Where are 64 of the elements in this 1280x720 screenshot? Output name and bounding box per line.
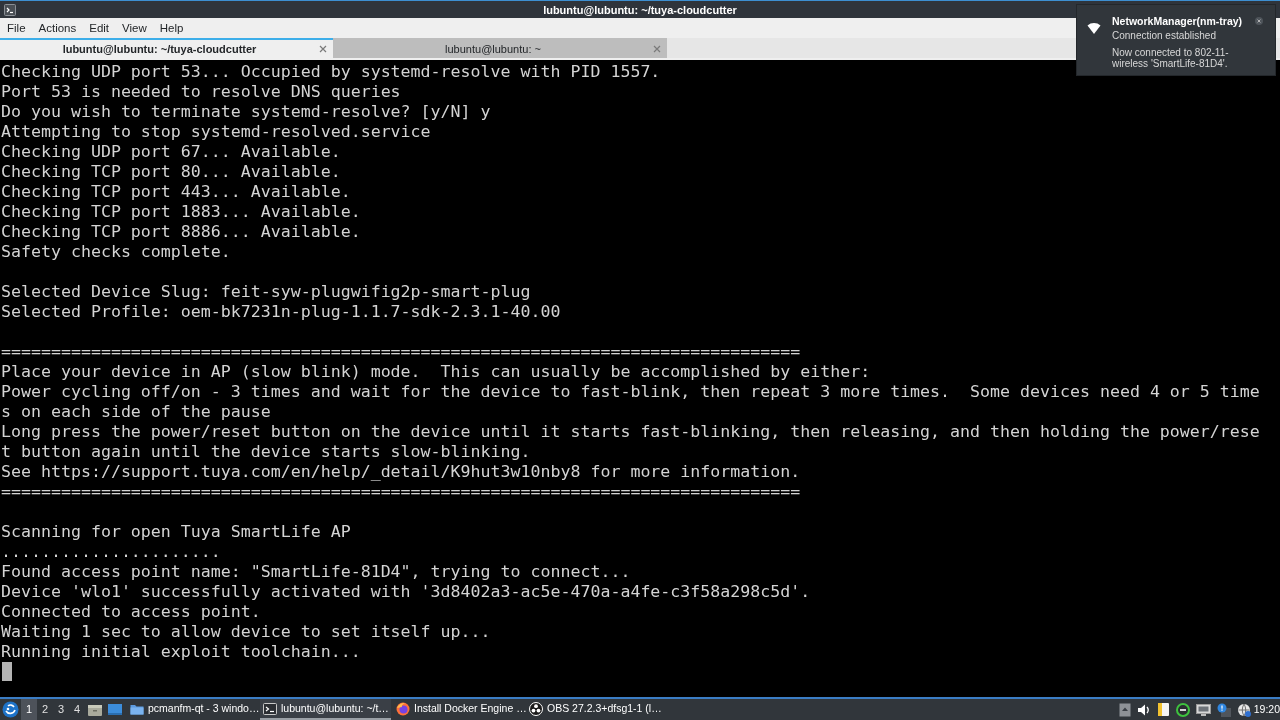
monitor-icon[interactable] (1195, 702, 1211, 717)
taskbar-button[interactable]: pcmanfm-qt - 3 windo… (127, 699, 258, 720)
note-icon[interactable] (1156, 702, 1170, 717)
terminal-line: Device 'wlo1' successfully activated with '3d8402a3-ac5e-470a-a4fe-c3f58a298c5d'. (1, 582, 811, 602)
terminal-line: Safety checks complete. (1, 242, 231, 262)
terminal-line: ...................... (1, 542, 221, 562)
terminal-line: ================================================================================ (1, 342, 801, 362)
desktop-icon[interactable] (107, 702, 123, 717)
taskbar-button[interactable]: lubuntu@lubuntu: ~/t… (260, 699, 391, 720)
terminal-line: Long press the power/reset button on the device until it starts fast-blinking, then releasing, and then holding the power/rese (1, 422, 1260, 442)
tab[interactable]: lubuntu@lubuntu: ~/tuya-cloudcutter (0, 38, 333, 58)
workspace-button[interactable]: 1 (21, 699, 37, 720)
terminal-line: Attempting to stop systemd-resolved.service (1, 122, 431, 142)
window-title: lubuntu@lubuntu: ~/tuya-cloudcutter (543, 2, 737, 18)
browser-icon (396, 701, 410, 716)
terminal-line: Place your device in AP (slow blink) mode. This can usually be accomplished by either: (1, 362, 871, 382)
notification-text: wireless 'SmartLife-81D4'. (1112, 58, 1228, 69)
terminal-line: Connected to access point. (1, 602, 261, 622)
expand-icon[interactable] (1118, 702, 1131, 717)
terminal-line: Scanning for open Tuya SmartLife AP (1, 522, 351, 542)
workspace-button[interactable]: 3 (53, 699, 69, 720)
terminal-line: Checking TCP port 8886... Available. (1, 222, 361, 242)
notification-summary: Connection established (1112, 30, 1216, 42)
terminal-line: Found access point name: "SmartLife-81D4", trying to connect... (1, 562, 631, 582)
menu-item[interactable]: Help (157, 20, 186, 36)
menu-item[interactable]: View (120, 20, 149, 36)
terminal-line: s on each side of the pause (1, 402, 271, 422)
info-icon[interactable] (1216, 702, 1231, 717)
terminal-line: Selected Profile: oem-bk7231n-plug-1.1.7-sdk-2.3.1-40.00 (1, 302, 561, 322)
menu-item[interactable]: Actions (36, 20, 79, 36)
close-icon[interactable] (1255, 17, 1263, 25)
workspace-button[interactable]: 4 (69, 699, 85, 720)
notification-title: NetworkManager(nm-tray) (1112, 15, 1243, 27)
terminal-line: Do you wish to terminate systemd-resolve? [y/N] y (1, 102, 491, 122)
terminal-line: Checking TCP port 80... Available. (1, 162, 341, 182)
globe-icon[interactable] (1236, 702, 1251, 717)
terminal-icon (263, 701, 277, 716)
terminal-icon (4, 3, 16, 16)
taskbar-button[interactable]: Install Docker Engine … (393, 699, 524, 720)
workspace-button[interactable]: 2 (37, 699, 53, 720)
clock: 19:20 (1253, 701, 1280, 717)
terminal-line: Checking UDP port 67... Available. (1, 142, 341, 162)
text-cursor (2, 662, 12, 681)
terminal-line: t button again until the device starts slow-blinking. (1, 442, 531, 462)
terminal-line: Checking TCP port 1883... Available. (1, 202, 361, 222)
volume-icon[interactable] (1136, 702, 1151, 717)
terminal-line: Checking UDP port 53... Occupied by systemd-resolve with PID 1557. (1, 62, 661, 82)
notification-text: Now connected to 802-11- (1112, 47, 1229, 58)
menu-item[interactable]: File (5, 20, 28, 36)
tab[interactable]: lubuntu@lubuntu: ~ (333, 38, 667, 58)
terminal-line: ================================================================================ (1, 482, 801, 502)
wifi-icon (1087, 22, 1101, 34)
menu-item[interactable]: Edit (87, 20, 112, 36)
terminal-line: Selected Device Slug: feit-syw-plugwifig2p-smart-plug (1, 282, 531, 302)
close-icon[interactable] (319, 45, 327, 53)
dots-circle-icon (529, 701, 543, 716)
terminal-line: Checking TCP port 443... Available. (1, 182, 351, 202)
terminal-line: Power cycling off/on - 3 times and wait for the device to fast-blink, then repeat 3 more times. Some devices need 4 or 5 time (1, 382, 1260, 402)
status-ring-icon[interactable] (1175, 702, 1190, 717)
terminal-line: Waiting 1 sec to allow device to set itself up... (1, 622, 491, 642)
start-menu-icon[interactable] (2, 701, 19, 718)
terminal-line: Port 53 is needed to resolve DNS queries (1, 82, 401, 102)
terminal-line: See https://support.tuya.com/en/help/_detail/K9hut3w10nby8 for more information. (1, 462, 801, 482)
terminal-line: Running initial exploit toolchain... (1, 642, 361, 662)
